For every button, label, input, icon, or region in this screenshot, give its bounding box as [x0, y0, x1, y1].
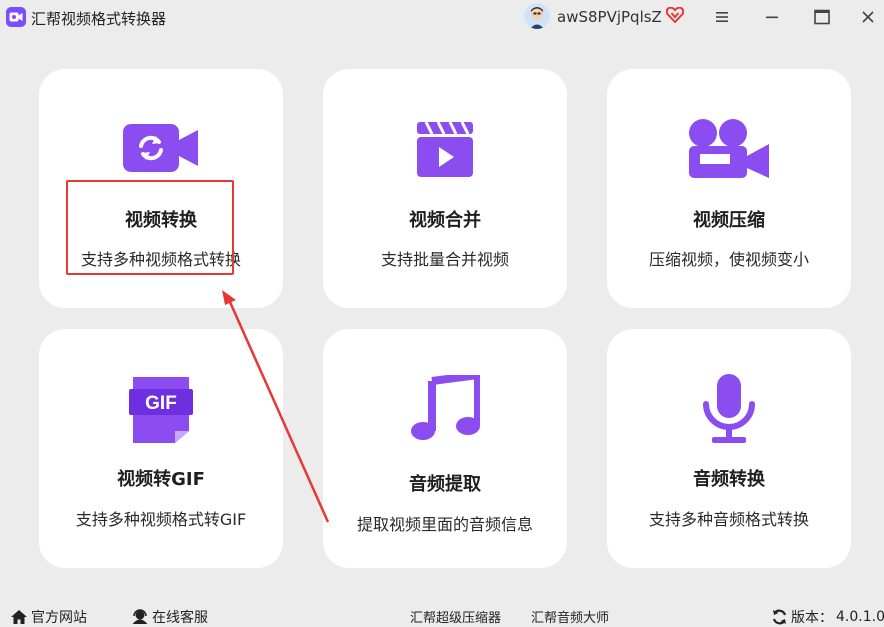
- official-website-link[interactable]: 官方网站: [10, 607, 87, 627]
- official-website-label: 官方网站: [31, 610, 87, 626]
- version-info[interactable]: 版本： 4.0.1.0: [771, 607, 884, 627]
- user-avatar[interactable]: [524, 3, 550, 29]
- card-video-to-gif[interactable]: GIF 视频转GIF 支持多种视频格式转GIF: [39, 329, 283, 568]
- super-compressor-link[interactable]: 汇帮超级压缩器: [410, 607, 501, 626]
- card-desc: 支持多种视频格式转GIF: [75, 510, 247, 529]
- card-desc: 支持批量合并视频: [380, 250, 509, 269]
- microphone-icon: [703, 374, 755, 443]
- card-title: 视频压缩: [693, 210, 765, 231]
- card-video-merge[interactable]: 视频合并 支持批量合并视频: [323, 69, 567, 308]
- refresh-icon: [772, 609, 787, 625]
- online-support-link[interactable]: 在线客服: [131, 607, 208, 627]
- home-icon: [11, 610, 27, 624]
- card-audio-convert[interactable]: 音频转换 支持多种音频格式转换: [607, 329, 851, 568]
- hamburger-icon[interactable]: [709, 4, 735, 30]
- status-bar: 官方网站 在线客服 汇帮超级压缩器 汇帮音频大师 版本： 4.0.1.0: [0, 603, 884, 627]
- vip-heart-icon[interactable]: [666, 7, 684, 23]
- highlight-box: [66, 180, 234, 275]
- gif-file-icon: GIF: [129, 377, 193, 443]
- card-title: 视频合并: [409, 210, 481, 231]
- video-camera-icon: [689, 119, 769, 178]
- card-title: 音频提取: [409, 474, 481, 495]
- music-note-icon: [411, 375, 480, 440]
- maximize-icon[interactable]: [809, 4, 835, 30]
- title-bar: 汇帮视频格式转换器 awS8PVjPqlsZ: [0, 0, 884, 34]
- headset-icon: [132, 609, 148, 624]
- online-support-label: 在线客服: [152, 610, 208, 626]
- card-audio-extract[interactable]: 音频提取 提取视频里面的音频信息: [323, 329, 567, 568]
- audio-master-link[interactable]: 汇帮音频大师: [531, 607, 609, 626]
- username[interactable]: awS8PVjPqlsZ: [557, 8, 662, 26]
- svg-text:GIF: GIF: [145, 393, 177, 414]
- app-logo-icon: [6, 7, 26, 27]
- card-title: 音频转换: [693, 469, 765, 490]
- card-title: 视频转GIF: [117, 469, 205, 490]
- close-icon[interactable]: [855, 4, 881, 30]
- version-label: 版本：: [791, 610, 833, 626]
- app-title: 汇帮视频格式转换器: [31, 10, 167, 28]
- card-desc: 支持多种音频格式转换: [648, 510, 809, 529]
- minimize-icon[interactable]: [759, 4, 785, 30]
- clapperboard-icon: [417, 121, 473, 177]
- card-desc: 提取视频里面的音频信息: [356, 515, 533, 534]
- version-number: 4.0.1.0: [836, 609, 884, 625]
- video-convert-icon: [123, 124, 198, 172]
- card-video-compress[interactable]: 视频压缩 压缩视频，使视频变小: [607, 69, 851, 308]
- card-desc: 压缩视频，使视频变小: [648, 250, 809, 269]
